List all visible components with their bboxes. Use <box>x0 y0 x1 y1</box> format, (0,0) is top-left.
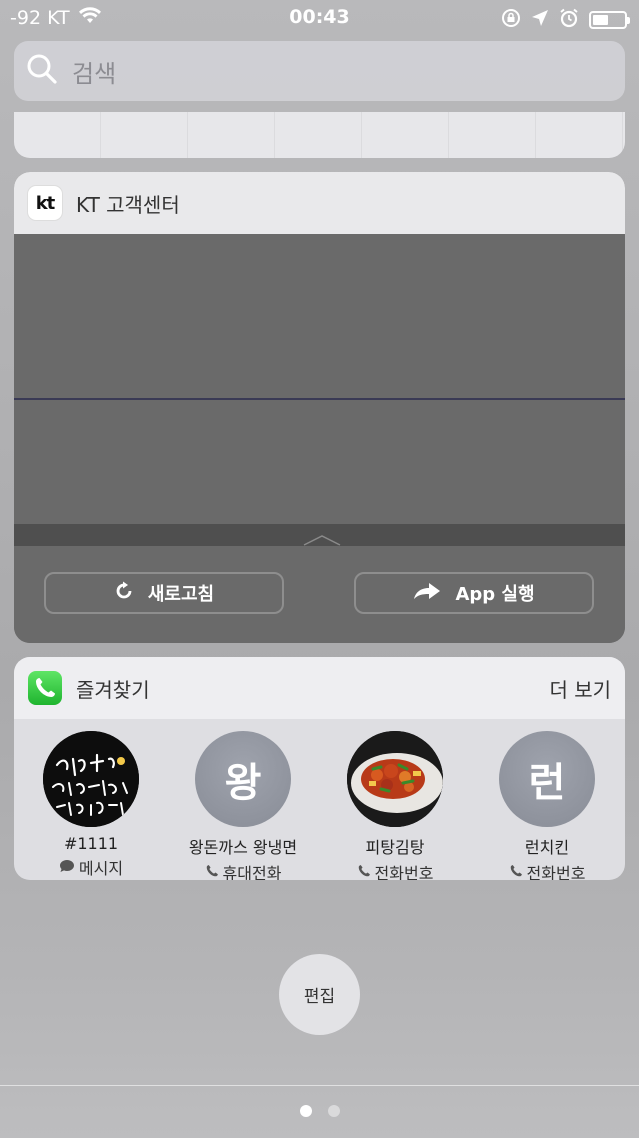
battery-level-fill <box>593 15 608 25</box>
location-arrow-icon <box>531 9 549 31</box>
show-more-button[interactable]: 더 보기 <box>549 674 611 703</box>
refresh-icon <box>114 581 134 606</box>
contact-type-label: 메시지 <box>78 859 124 878</box>
page-indicator[interactable] <box>0 1105 639 1117</box>
status-right <box>501 8 630 32</box>
kt-widget-title: KT 고객센터 <box>76 192 180 217</box>
phone-handset-icon <box>357 863 371 881</box>
search-input[interactable]: 검색 <box>14 41 625 101</box>
favorites-title: 즐겨찾기 <box>76 677 150 702</box>
contact-letter-avatar: 왕 <box>195 731 291 827</box>
open-app-button[interactable]: App 실행 <box>354 572 594 614</box>
dock-divider <box>0 1085 639 1086</box>
search-icon <box>26 53 58 89</box>
phone-app-icon <box>28 671 62 705</box>
contact-type: 전화번호 <box>320 860 470 880</box>
favorites-header[interactable]: 즐겨찾기 더 보기 <box>14 657 625 719</box>
page-dot <box>327 1105 340 1117</box>
refresh-label: 새로고침 <box>147 584 215 605</box>
contact-item[interactable]: 런 런치킨 전화번호 <box>472 731 622 880</box>
contact-photo-avatar <box>347 731 443 827</box>
contact-photo-avatar <box>43 731 139 827</box>
arrow-right-icon <box>413 581 441 606</box>
kt-widget-header[interactable]: kt KT 고객센터 <box>14 172 625 234</box>
contact-type: 메시지 <box>16 855 166 879</box>
contact-type-label: 휴대전화 <box>222 864 282 880</box>
kt-logo-icon: kt <box>28 186 62 220</box>
edit-button[interactable]: 편집 <box>279 954 360 1035</box>
contact-item[interactable]: #1111 메시지 <box>16 731 166 879</box>
contact-name: 런치킨 <box>524 838 570 857</box>
contact-type-label: 전화번호 <box>374 864 434 880</box>
contact-type: 전화번호 <box>472 860 622 880</box>
contact-item[interactable]: 왕 왕돈까스 왕냉면 휴대전화 <box>168 731 318 880</box>
contact-name: 왕돈까스 왕냉면 <box>188 838 298 857</box>
page-dot <box>299 1105 312 1117</box>
status-bar: -92 KT 00:43 <box>0 0 639 36</box>
open-app-label: App 실행 <box>455 584 535 605</box>
contact-letter-avatar: 런 <box>499 731 595 827</box>
contact-name: #1111 <box>63 834 119 853</box>
contact-name: 피탕김탕 <box>365 838 425 857</box>
previous-widget-bottom <box>14 112 625 158</box>
contact-type: 휴대전화 <box>168 860 318 880</box>
phone-handset-icon <box>509 863 523 881</box>
rotation-lock-icon <box>501 8 521 32</box>
search-placeholder: 검색 <box>72 59 117 88</box>
refresh-button[interactable]: 새로고침 <box>44 572 284 614</box>
alarm-icon <box>559 8 579 32</box>
previous-widget-grid <box>14 112 625 158</box>
kt-actions: 새로고침 App 실행 <box>14 546 625 643</box>
contact-item[interactable]: 피탕김탕 전화번호 <box>320 731 470 880</box>
message-bubble-icon <box>59 858 75 877</box>
phone-handset-icon <box>205 863 219 881</box>
contacts-row: #1111 메시지 왕 왕돈까스 왕냉면 휴대전화 피탕김탕 전화번호 런 런치… <box>14 719 625 880</box>
contact-type-label: 전화번호 <box>526 864 586 880</box>
favorites-widget: 즐겨찾기 더 보기 #1111 메시지 왕 왕돈까스 왕냉면 휴대전화 피탕김탕… <box>14 657 625 880</box>
kt-widget: kt KT 고객센터 새로고침 App 실행 <box>14 172 625 643</box>
kt-widget-content <box>14 234 625 524</box>
battery-icon <box>589 11 630 29</box>
kt-content-divider <box>14 398 625 400</box>
